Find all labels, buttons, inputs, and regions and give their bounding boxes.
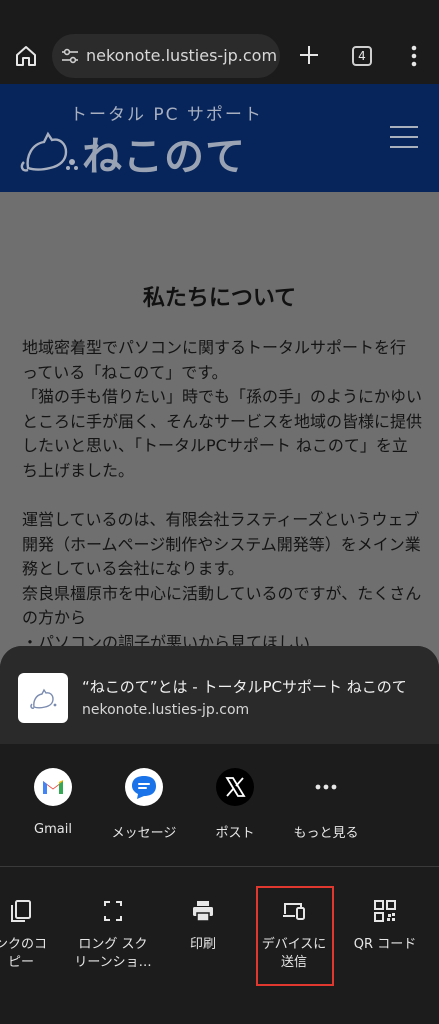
page-thumbnail [18,673,68,723]
more-vert-icon [411,45,417,67]
action-label: ロング スク リーンショ… [74,937,152,970]
cat-thumbnail-icon [30,688,57,709]
tabs-icon: 4 [352,46,372,66]
more-horiz-icon [307,768,345,806]
highlight-box [256,886,334,986]
home-button[interactable] [12,42,40,70]
new-tab-button[interactable] [294,40,324,70]
share-sheet: “ねこのて”とは - トータルPCサポート ねこのて nekonote.lust… [0,646,439,1024]
share-app-gmail[interactable]: Gmail [8,768,98,848]
paragraph-2: 運営しているのは、有限会社ラスティーズというウェブ開発（ホームページ制作やシステ… [22,510,422,652]
action-label: QR コード [353,937,417,952]
action-copy-link[interactable]: ンクのコ ピー [0,886,66,996]
gmail-icon [34,768,72,806]
action-long-screenshot[interactable]: ロング スク リーンショ… [68,886,158,996]
tune-icon[interactable] [60,46,80,66]
divider [0,866,439,867]
tab-switcher-button[interactable]: 4 [348,42,376,70]
cat-logo-icon [20,131,78,172]
share-app-more[interactable]: もっと見る [281,768,371,848]
print-icon [193,901,213,922]
home-icon [16,46,36,66]
hamburger-menu-icon[interactable] [390,126,418,148]
share-app-x[interactable]: ポスト [190,768,280,848]
url-text: nekonote.lusties-jp.com/ [86,46,276,65]
x-icon [216,768,254,806]
share-app-label: もっと見る [293,826,359,841]
qr-code-icon [374,900,396,922]
messages-icon [125,768,163,806]
status-bar [0,0,439,28]
screenshot-icon [104,901,122,921]
copy-icon [11,900,31,922]
address-bar[interactable]: nekonote.lusties-jp.com/ [52,34,280,78]
share-preview: “ねこのて”とは - トータルPCサポート ねこのて nekonote.lust… [0,646,439,744]
action-qr-code[interactable]: QR コード [340,886,430,996]
share-page-title: “ねこのて”とは - トータルPCサポート ねこのて [82,678,407,696]
action-label: 印刷 [189,937,216,952]
plus-icon [300,46,318,64]
site-header: トータル PC サポート ねこのて [0,84,439,192]
share-app-messages[interactable]: メッセージ [99,768,189,848]
site-logo-text[interactable]: ねこのて [82,124,246,182]
browser-menu-button[interactable] [404,42,424,70]
action-label: ンクのコ ピー [0,937,47,970]
action-print[interactable]: 印刷 [158,886,248,996]
page-title: 私たちについて [142,286,297,311]
site-subtitle: トータル PC サポート [70,105,263,125]
share-page-url: nekonote.lusties-jp.com [82,702,250,718]
browser-toolbar: nekonote.lusties-jp.com/ 4 [0,28,439,84]
paragraph-1: 地域密着型でパソコンに関するトータルサポートを行っている「ねこのて」です。 「猫… [22,338,423,480]
